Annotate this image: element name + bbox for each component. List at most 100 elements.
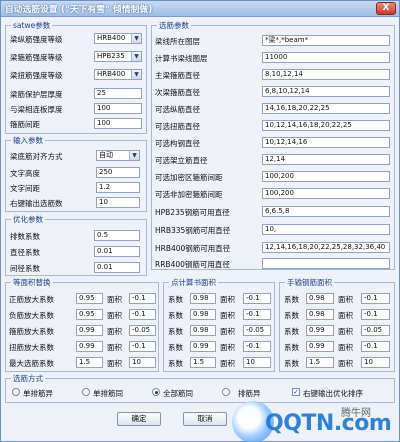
calc-area-label-0: 面积: [220, 295, 235, 304]
main-rebar-grade-select[interactable]: HRB400 ▼: [94, 33, 142, 44]
equiv-area-label-0: 面积: [107, 295, 122, 304]
close-button[interactable]: X: [376, 2, 396, 15]
method-radio-2[interactable]: [152, 388, 160, 396]
equiv-area-3[interactable]: -0.1: [129, 341, 156, 352]
text-height-input[interactable]: 250: [96, 167, 140, 178]
calc-factor-3[interactable]: 0.99: [190, 341, 216, 352]
calc-factor-0[interactable]: 0.98: [190, 293, 216, 304]
manual-group-title: 手输钢筋面积: [285, 277, 334, 288]
calc-area-label-2: 面积: [220, 327, 235, 336]
equiv-area-1[interactable]: -0.1: [129, 309, 156, 320]
calc-coef-label-3: 系数: [168, 343, 183, 352]
beam-layer-input[interactable]: *梁*,*beam*: [262, 35, 390, 46]
select-label-8: 可选加密区箍筋间距: [155, 173, 223, 182]
calc-area-4[interactable]: 10: [243, 357, 271, 368]
manual-area-3[interactable]: -0.1: [361, 341, 390, 352]
torsion-grade-select[interactable]: HRB400 ▼: [94, 69, 142, 80]
satwe-label-1: 梁箍筋强度等级: [10, 53, 63, 62]
watermark-small: 腾牛网: [341, 408, 371, 419]
calc-area-0[interactable]: -0.1: [243, 293, 271, 304]
manual-area-0[interactable]: -0.1: [361, 293, 390, 304]
calc-group: 点计算书面积 系数 0.98 面积 -0.1 系数 0.98 面积 -0.1 系…: [163, 277, 275, 372]
stirrup-spacing-input[interactable]: 100: [94, 118, 142, 129]
manual-coef-label-1: 系数: [284, 311, 299, 320]
select-label-1: 计算书梁线图层: [155, 54, 208, 63]
select-label-3: 次梁箍筋直径: [155, 88, 200, 97]
row-coef-input[interactable]: 0.5: [94, 230, 140, 241]
select-label-13: RRB400钢筋可用直径: [155, 260, 230, 269]
diameter-coef-input[interactable]: 0.01: [94, 246, 140, 257]
optimize-sort-checkbox[interactable]: ✓: [292, 388, 300, 396]
dense-spacing-input[interactable]: 100,200: [262, 171, 390, 182]
text-spacing-input[interactable]: 1.2: [96, 182, 140, 193]
calc-layer-input[interactable]: 11000: [262, 52, 390, 63]
erection-dia-input[interactable]: 12,14: [262, 154, 390, 165]
calc-factor-4[interactable]: 1.5: [190, 357, 216, 368]
select-value: 自动: [99, 151, 113, 159]
equiv-area-label-4: 面积: [107, 359, 122, 368]
main-stirrup-dia-input[interactable]: 8,10,12,14: [262, 69, 390, 80]
cancel-button[interactable]: 取消: [183, 412, 227, 426]
manual-coef-label-3: 系数: [284, 343, 299, 352]
rrb400-dia-input[interactable]: [262, 258, 390, 269]
select-label-0: 梁线所在图层: [155, 37, 200, 46]
input-group: 输入参数 梁底筋对齐方式 自动 ▼ 文字高度 250 文字间距 1.2 右键输出选…: [5, 135, 147, 212]
select-value: HRB400: [97, 34, 126, 42]
spacing-coef-input[interactable]: 0.01: [94, 262, 140, 273]
manual-factor-4[interactable]: 1.5: [306, 357, 334, 368]
calc-area-label-4: 面积: [220, 359, 235, 368]
hpb235-dia-input[interactable]: 6,6.5,8: [262, 206, 390, 217]
manual-factor-2[interactable]: 0.99: [306, 325, 334, 336]
manual-factor-0[interactable]: 0.98: [306, 293, 334, 304]
secondary-stirrup-dia-input[interactable]: 6,8,10,12,14: [262, 86, 390, 97]
calc-area-label-1: 面积: [220, 311, 235, 320]
equiv-area-label-2: 面积: [107, 327, 122, 336]
stirrup-grade-select[interactable]: HPB235 ▼: [94, 51, 142, 62]
equiv-factor-1[interactable]: 0.95: [76, 309, 103, 320]
output-count-input[interactable]: 10: [96, 197, 140, 208]
calc-area-2[interactable]: -0.05: [243, 325, 271, 336]
method-radio-3[interactable]: [222, 388, 230, 396]
calc-area-3[interactable]: -0.1: [243, 341, 271, 352]
slab-thickness-input[interactable]: 100: [94, 103, 142, 114]
stirrup-spacing-label: 箍筋间距: [10, 120, 40, 129]
equiv-area-4[interactable]: 10: [129, 357, 156, 368]
manual-area-2[interactable]: -0.05: [361, 325, 390, 336]
title-bar[interactable]: 自动选筋设置 ("天下有雪" 倾情制做) X: [1, 1, 399, 17]
manual-area-1[interactable]: -0.1: [361, 309, 390, 320]
equiv-factor-4[interactable]: 1.5: [76, 357, 103, 368]
equiv-label-1: 负筋放大系数: [9, 311, 54, 320]
normal-spacing-input[interactable]: 100,200: [262, 188, 390, 199]
equiv-label-2: 箍筋放大系数: [9, 327, 54, 336]
equiv-factor-0[interactable]: 0.95: [76, 293, 103, 304]
hrb335-dia-input[interactable]: 10,: [262, 224, 390, 235]
method-radio-1[interactable]: [82, 388, 90, 396]
torsion-dia-input[interactable]: 10,12,14,16,18,20,22,25: [262, 120, 390, 131]
manual-factor-1[interactable]: 0.98: [306, 309, 334, 320]
cover-input[interactable]: 25: [94, 88, 142, 99]
equiv-area-2[interactable]: -0.05: [129, 325, 156, 336]
equiv-area-0[interactable]: -0.1: [129, 293, 156, 304]
calc-factor-2[interactable]: 0.98: [190, 325, 216, 336]
ok-button[interactable]: 确定: [117, 412, 161, 426]
equiv-area-label-3: 面积: [107, 343, 122, 352]
select-group-title: 选筋参数: [157, 20, 191, 31]
hrb400-dia-input[interactable]: 12,14,16,18,20,22,25,28,32,36,40: [262, 242, 390, 253]
manual-area-4[interactable]: 10: [361, 357, 390, 368]
select-value: HRB400: [97, 70, 126, 78]
equiv-factor-2[interactable]: 0.99: [76, 325, 103, 336]
manual-factor-3[interactable]: 0.99: [306, 341, 334, 352]
method-group-title: 选筋方式: [11, 373, 45, 384]
method-radio-0[interactable]: [12, 388, 20, 396]
output-count-label: 右键输出选筋数: [10, 199, 63, 208]
chevron-down-icon: ▼: [131, 52, 141, 61]
calc-factor-1[interactable]: 0.98: [190, 309, 216, 320]
equiv-factor-3[interactable]: 0.99: [76, 341, 103, 352]
construct-dia-input[interactable]: 10,12,14,16: [262, 137, 390, 148]
align-select[interactable]: 自动 ▼: [96, 150, 140, 161]
chevron-down-icon: ▼: [131, 34, 141, 43]
calc-area-1[interactable]: -0.1: [243, 309, 271, 320]
optimize-label-1: 直径系数: [10, 248, 40, 257]
longitudinal-dia-input[interactable]: 14,16,18,20,22,25: [262, 103, 390, 114]
method-label-2: 全部筋同: [163, 389, 193, 398]
